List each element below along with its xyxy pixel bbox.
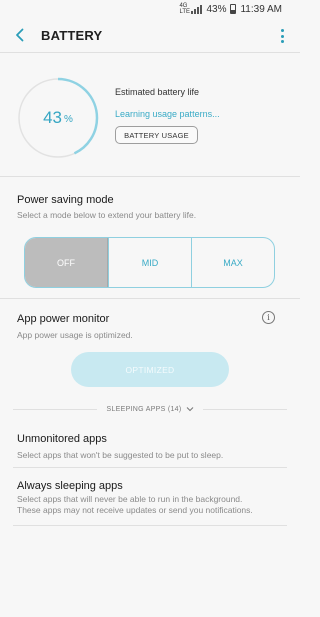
page-title: BATTERY (41, 28, 103, 43)
estimated-battery-life-label: Estimated battery life (115, 87, 200, 97)
always-sleeping-apps-subtitle-line2: These apps may not receive updates or se… (17, 505, 253, 515)
battery-usage-button[interactable]: BATTERY USAGE (115, 126, 198, 144)
status-time: 11:39 AM (240, 3, 282, 15)
power-mode-selector: OFF MID MAX (24, 237, 275, 288)
app-bar: BATTERY (0, 18, 300, 54)
power-mode-mid-option[interactable]: MID (108, 238, 191, 287)
unmonitored-apps-subtitle: Select apps that won't be suggested to b… (17, 450, 224, 460)
battery-level-unit: % (64, 114, 73, 125)
more-options-icon[interactable] (278, 26, 286, 46)
power-saving-title: Power saving mode (17, 194, 114, 206)
optimized-button[interactable]: OPTIMIZED (71, 352, 229, 387)
status-battery-percent: 43% (206, 3, 227, 15)
sleeping-apps-label: SLEEPING APPS (14) (106, 405, 182, 413)
network-sub-label: LTE (179, 9, 191, 15)
always-sleeping-apps-title[interactable]: Always sleeping apps (17, 480, 123, 492)
divider (13, 525, 287, 526)
app-power-monitor-title: App power monitor (17, 313, 110, 325)
chevron-down-icon (186, 407, 193, 412)
power-mode-max-option[interactable]: MAX (191, 238, 274, 287)
power-saving-subtitle: Select a mode below to extend your batte… (17, 210, 197, 220)
network-type-indicator: 4G LTE (179, 3, 191, 15)
divider (0, 298, 300, 299)
battery-level-readout: 43 % (17, 77, 99, 159)
sleeping-apps-toggle[interactable]: SLEEPING APPS (14) (0, 403, 300, 415)
status-icons: 4G LTE 43% 11:39 AM (179, 3, 282, 15)
learning-usage-text: Learning usage patterns... (115, 109, 220, 119)
status-bar: 4G LTE 43% 11:39 AM (0, 0, 300, 18)
always-sleeping-apps-subtitle-line1: Select apps that will never be able to r… (17, 494, 243, 504)
battery-icon (230, 4, 237, 14)
divider (13, 467, 287, 468)
divider (0, 52, 300, 53)
signal-icon (191, 4, 203, 14)
battery-level-value: 43 (43, 108, 62, 127)
divider (0, 176, 300, 177)
back-arrow-icon[interactable] (10, 25, 30, 45)
info-icon[interactable]: i (262, 311, 275, 324)
app-power-monitor-subtitle: App power usage is optimized. (17, 330, 133, 340)
power-mode-off-option[interactable]: OFF (25, 238, 108, 287)
unmonitored-apps-title[interactable]: Unmonitored apps (17, 433, 107, 445)
